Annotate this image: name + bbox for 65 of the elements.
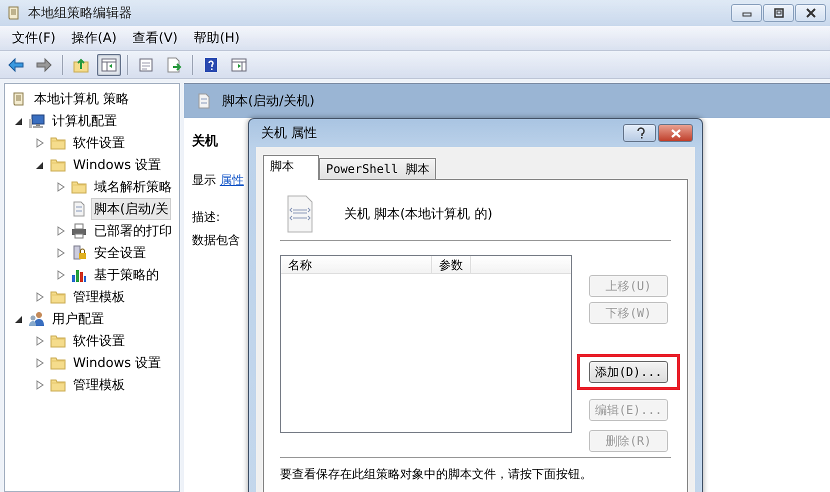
tree-item[interactable]: 基于策略的 bbox=[91, 264, 162, 286]
tab[interactable]: 脚本 bbox=[263, 155, 319, 180]
printer-icon bbox=[71, 223, 87, 239]
tab[interactable]: PowerShell 脚本 bbox=[319, 158, 436, 179]
properties-link[interactable]: 属性 bbox=[220, 173, 244, 187]
section-heading: 关机 bbox=[192, 132, 218, 150]
close-icon bbox=[668, 128, 682, 138]
tree-item[interactable]: 域名解析策略 bbox=[91, 176, 175, 198]
tree-item[interactable]: 已部署的打印 bbox=[91, 220, 175, 242]
window-title: 本地组策略编辑器 bbox=[28, 5, 133, 22]
maximize-button[interactable] bbox=[763, 4, 794, 22]
folder-icon bbox=[50, 135, 66, 151]
description-label: 描述: bbox=[192, 209, 220, 226]
tree-item[interactable]: Windows 设置 bbox=[70, 352, 164, 374]
document-arrow-icon bbox=[166, 56, 182, 72]
folder-icon bbox=[50, 355, 66, 371]
tree-item[interactable]: Windows 设置 bbox=[70, 154, 164, 176]
script-header: 关机 脚本(本地计算机 的) bbox=[344, 206, 492, 223]
script-icon bbox=[71, 201, 87, 217]
dialog-button[interactable]: 添加(D)... bbox=[589, 361, 668, 383]
tree-item[interactable]: 管理模板 bbox=[70, 374, 128, 396]
tree-item[interactable]: 用户配置 bbox=[49, 308, 107, 330]
help-icon bbox=[203, 56, 219, 72]
forward-arrow-icon bbox=[36, 56, 52, 72]
tree-item[interactable]: 计算机配置 bbox=[49, 110, 120, 132]
column-header[interactable]: 名称 bbox=[281, 256, 432, 273]
folder-icon bbox=[50, 377, 66, 393]
folder-icon bbox=[50, 333, 66, 349]
tree-item[interactable]: 本地计算机 策略 bbox=[31, 88, 132, 110]
close-button[interactable] bbox=[795, 4, 826, 22]
pane-title: 脚本(启动/关机) bbox=[222, 93, 315, 110]
close-icon bbox=[804, 7, 818, 19]
folder-icon bbox=[50, 157, 66, 173]
folder-icon bbox=[50, 289, 66, 305]
back-arrow-icon bbox=[8, 56, 24, 72]
folder-icon bbox=[71, 179, 87, 195]
help-button[interactable] bbox=[623, 124, 656, 142]
minimize-button[interactable] bbox=[731, 4, 762, 22]
menu-item[interactable]: 查看(V) bbox=[124, 27, 186, 49]
maximize-icon bbox=[772, 7, 786, 19]
script-list[interactable]: 名称 参数 bbox=[280, 255, 572, 433]
tree-item[interactable]: 安全设置 bbox=[91, 242, 149, 264]
server-lock-icon bbox=[71, 245, 87, 261]
folder-up-icon bbox=[73, 56, 89, 72]
window-icon bbox=[138, 56, 154, 72]
close-button[interactable] bbox=[658, 124, 693, 142]
users-icon bbox=[29, 311, 45, 327]
description-text: 数据包含 bbox=[192, 232, 240, 249]
tree-item[interactable]: 脚本(启动/关 bbox=[91, 198, 172, 220]
computer-icon bbox=[29, 113, 45, 129]
tree-item[interactable]: 软件设置 bbox=[70, 330, 128, 352]
window-panes-icon bbox=[231, 56, 247, 72]
tree-item[interactable]: 软件设置 bbox=[70, 132, 128, 154]
instruction-text: 要查看保存在此组策略对象中的脚本文件，请按下面按钮。 bbox=[280, 466, 593, 483]
show-label: 显示 bbox=[192, 173, 216, 187]
toolbar-button[interactable] bbox=[97, 54, 121, 76]
dialog-title: 关机 属性 bbox=[261, 125, 318, 142]
window-panes-icon bbox=[101, 56, 117, 72]
menu-item[interactable]: 操作(A) bbox=[64, 27, 125, 49]
bar-chart-icon bbox=[71, 267, 87, 283]
column-header[interactable]: 参数 bbox=[432, 256, 471, 273]
tree-item[interactable]: 管理模板 bbox=[70, 286, 128, 308]
menu-item[interactable]: 帮助(H) bbox=[186, 27, 248, 49]
menu-item[interactable]: 文件(F) bbox=[4, 27, 64, 49]
script-icon bbox=[196, 93, 212, 109]
